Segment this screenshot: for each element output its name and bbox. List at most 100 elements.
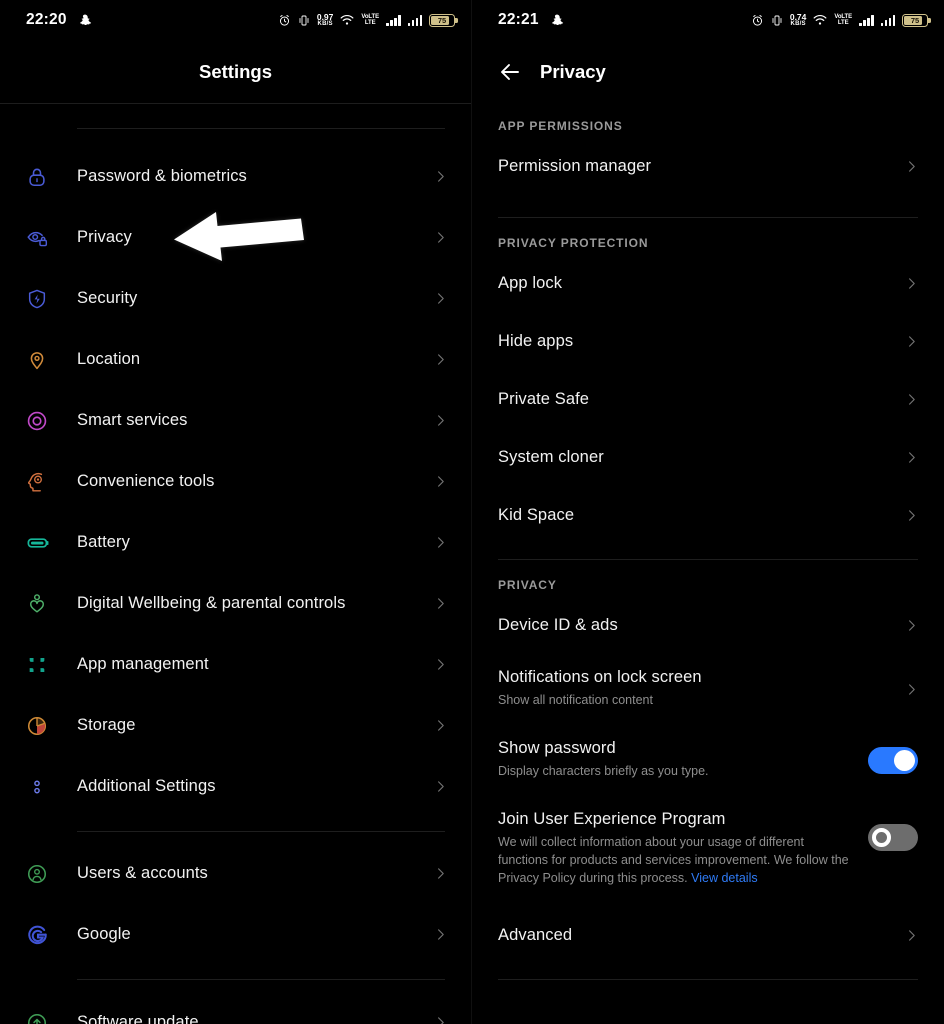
sidebar-item-label: Password & biometrics	[77, 167, 247, 185]
system-status-icons: 0.97 KB/S VoLTE LTE 75	[278, 13, 458, 28]
join-user-experience-toggle[interactable]	[868, 824, 918, 851]
sidebar-item-label: Smart services	[77, 411, 188, 429]
sidebar-item-label: Location	[77, 350, 141, 368]
chevron-right-icon	[905, 335, 918, 348]
battery-icon: 75	[429, 13, 458, 27]
sidebar-item-convenience-tools[interactable]: Convenience tools	[0, 451, 471, 512]
battery-percent: 75	[437, 15, 447, 25]
privacy-item-sublabel: Display characters briefly as you type.	[498, 764, 709, 779]
sidebar-item-additional-settings[interactable]: Additional Settings	[0, 756, 471, 817]
person-circle-icon	[26, 863, 60, 885]
alarm-icon	[279, 14, 289, 26]
sidebar-item-privacy[interactable]: Privacy	[0, 207, 471, 268]
page-title: Settings	[199, 60, 272, 82]
chevron-right-icon	[905, 160, 918, 173]
privacy-item-app-lock[interactable]: App lock	[472, 254, 944, 312]
section-header-privacy: PRIVACY	[498, 578, 557, 592]
chevron-right-icon	[434, 658, 447, 671]
vibrate-icon	[299, 15, 309, 25]
signal-bars-icon	[386, 14, 401, 26]
settings-screen: 22:20 0.97 KB/S VoLTE LTE 75 Settings Pa…	[0, 0, 472, 1024]
chevron-right-icon	[905, 393, 918, 406]
two-dots-icon	[26, 776, 60, 798]
sidebar-item-label: Storage	[77, 716, 136, 734]
privacy-item-sublabel: We will collect information about your u…	[498, 834, 854, 887]
back-arrow-icon[interactable]	[498, 60, 522, 84]
sidebar-item-google[interactable]: Google	[0, 904, 471, 965]
network-speed-indicator: 0.97 KB/S	[317, 13, 334, 28]
head-gear-icon	[26, 471, 60, 493]
privacy-item-sublabel-text: We will collect information about your u…	[498, 835, 849, 885]
privacy-item-label: Device ID & ads	[498, 615, 618, 634]
battery-percent: 75	[910, 15, 920, 25]
sidebar-item-label: Google	[77, 925, 131, 943]
sidebar-item-location[interactable]: Location	[0, 329, 471, 390]
section-header-app-permissions: APP PERMISSIONS	[498, 119, 623, 133]
chevron-right-icon	[905, 277, 918, 290]
sidebar-item-label: Software update	[77, 1013, 199, 1024]
section-divider-3	[498, 979, 918, 980]
privacy-item-join-user-experience-program[interactable]: Join User Experience Program We will col…	[472, 796, 944, 906]
volte-icon: VoLTE LTE	[834, 14, 852, 26]
sidebar-item-label: Security	[77, 289, 138, 307]
volte-icon: VoLTE LTE	[361, 14, 379, 26]
sidebar-item-label: Convenience tools	[77, 472, 215, 490]
privacy-item-show-password[interactable]: Show password Display characters briefly…	[472, 724, 944, 796]
vibrate-icon	[772, 15, 782, 25]
sidebar-item-software-update[interactable]: Software update	[0, 992, 471, 1024]
privacy-item-notifications-lock-screen[interactable]: Notifications on lock screen Show all no…	[472, 654, 944, 724]
chevron-right-icon	[434, 292, 447, 305]
snapchat-ghost-icon	[79, 14, 91, 25]
sidebar-item-label: Privacy	[77, 228, 132, 246]
chevron-right-icon	[434, 475, 447, 488]
sidebar-item-smart-services[interactable]: Smart services	[0, 390, 471, 451]
privacy-item-permission-manager[interactable]: Permission manager	[472, 137, 944, 195]
sidebar-item-security[interactable]: Security	[0, 268, 471, 329]
privacy-item-label: App lock	[498, 273, 563, 292]
sidebar-item-app-management[interactable]: App management	[0, 634, 471, 695]
network-speed-value: 0.97	[316, 11, 334, 22]
sidebar-item-users-accounts[interactable]: Users & accounts	[0, 843, 471, 904]
sidebar-item-password-biometrics[interactable]: Password & biometrics	[0, 146, 471, 207]
battery-icon	[26, 531, 60, 555]
network-speed-unit: KB/S	[317, 21, 333, 28]
privacy-item-advanced[interactable]: Advanced	[472, 906, 944, 964]
volte-label-bottom: LTE	[837, 20, 849, 26]
heart-person-icon	[26, 593, 60, 615]
privacy-item-sublabel: Show all notification content	[498, 693, 653, 708]
sidebar-item-digital-wellbeing[interactable]: Digital Wellbeing & parental controls	[0, 573, 471, 634]
chevron-right-icon	[905, 451, 918, 464]
privacy-item-label: Permission manager	[498, 156, 652, 175]
show-password-toggle[interactable]	[868, 746, 918, 774]
privacy-item-label: Advanced	[498, 925, 573, 944]
chevron-right-icon	[434, 867, 447, 880]
privacy-item-label: Join User Experience Program	[498, 810, 726, 828]
wifi-icon	[340, 14, 354, 25]
privacy-item-system-cloner[interactable]: System cloner	[472, 428, 944, 486]
privacy-item-kid-space[interactable]: Kid Space	[472, 486, 944, 544]
privacy-item-device-id-ads[interactable]: Device ID & ads	[472, 596, 944, 654]
chevron-right-icon	[905, 683, 918, 696]
view-details-link[interactable]: View details	[691, 871, 757, 885]
chevron-right-icon	[905, 929, 918, 942]
privacy-item-label: Kid Space	[498, 505, 575, 524]
status-bar-right: 22:21 0.74 KB/S VoLTE LTE 75	[472, 0, 944, 40]
privacy-item-private-safe[interactable]: Private Safe	[472, 370, 944, 428]
shield-bolt-icon	[26, 288, 60, 310]
update-arrow-icon	[26, 1012, 60, 1024]
status-time: 22:20	[26, 11, 67, 28]
google-g-icon	[26, 923, 60, 946]
sidebar-item-storage[interactable]: Storage	[0, 695, 471, 756]
privacy-item-hide-apps[interactable]: Hide apps	[472, 312, 944, 370]
privacy-screen: 22:21 0.74 KB/S VoLTE LTE 75 Privacy APP…	[472, 0, 944, 1024]
eye-lock-icon	[26, 226, 60, 249]
chevron-right-icon	[434, 414, 447, 427]
chevron-right-icon	[434, 780, 447, 793]
chevron-right-icon	[434, 1016, 447, 1024]
battery-icon: 75	[902, 13, 931, 27]
volte-label-bottom: LTE	[364, 20, 376, 26]
sidebar-item-label: App management	[77, 655, 209, 673]
network-speed-unit: KB/S	[790, 21, 806, 28]
sidebar-item-label: Users & accounts	[77, 864, 208, 882]
sidebar-item-battery[interactable]: Battery	[0, 512, 471, 573]
